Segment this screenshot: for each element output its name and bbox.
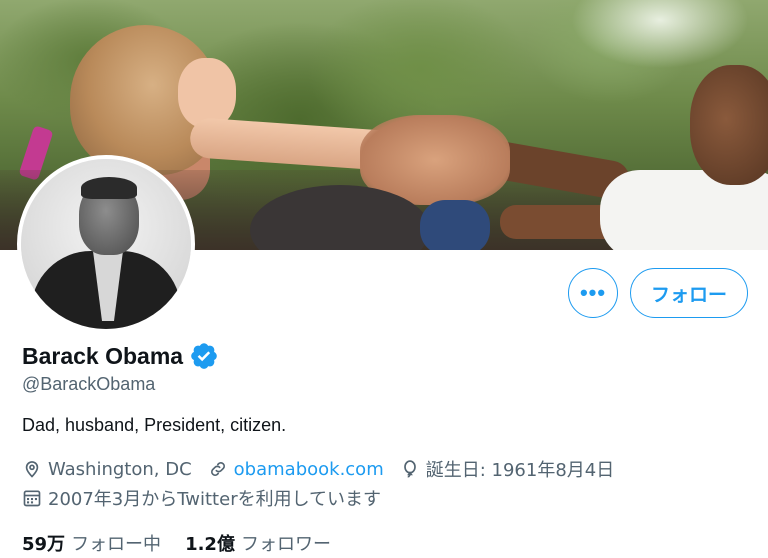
followers-label: フォロワー (240, 534, 331, 555)
banner-blue-sleeve (420, 200, 490, 250)
more-options-button[interactable]: ••• (568, 268, 618, 318)
followers-stat[interactable]: 1.2億 フォロワー (185, 530, 331, 556)
following-label: フォロー中 (71, 534, 162, 555)
following-stat[interactable]: 59万 フォロー中 (22, 530, 161, 556)
meta-joined: 2007年3月からTwitterを利用しています (22, 485, 381, 511)
avatar-hair (81, 177, 137, 199)
profile-meta-row: Washington, DC obamabook.com 誕生日: 1961年8… (22, 456, 630, 482)
profile-joined-row: 2007年3月からTwitterを利用しています (22, 485, 397, 511)
verified-badge-icon (189, 341, 219, 371)
location-text: Washington, DC (48, 458, 192, 480)
follow-button[interactable]: フォロー (630, 268, 748, 318)
location-pin-icon (25, 461, 39, 478)
banner-man-face (690, 65, 768, 185)
meta-location: Washington, DC (22, 459, 192, 480)
balloon-icon (403, 460, 416, 478)
profile-handle: @BarackObama (22, 374, 156, 394)
followers-count: 1.2億 (185, 534, 235, 555)
profile-bio: Dad, husband, President, citizen. (22, 415, 287, 435)
website-link[interactable]: obamabook.com (234, 459, 384, 480)
link-icon (210, 462, 225, 476)
follow-stats: 59万 フォロー中 1.2億 フォロワー (22, 530, 355, 556)
meta-birthday: 誕生日: 1961年8月4日 (400, 456, 615, 482)
profile-avatar[interactable] (17, 155, 195, 333)
following-count: 59万 (22, 534, 66, 555)
calendar-icon (23, 490, 41, 507)
display-name: Barack Obama (22, 342, 184, 369)
birthday-text: 誕生日: 1961年8月4日 (425, 460, 615, 481)
name-row: Barack Obama (22, 341, 219, 371)
joined-text: 2007年3月からTwitterを利用しています (48, 489, 382, 510)
meta-website[interactable]: obamabook.com (208, 459, 384, 480)
